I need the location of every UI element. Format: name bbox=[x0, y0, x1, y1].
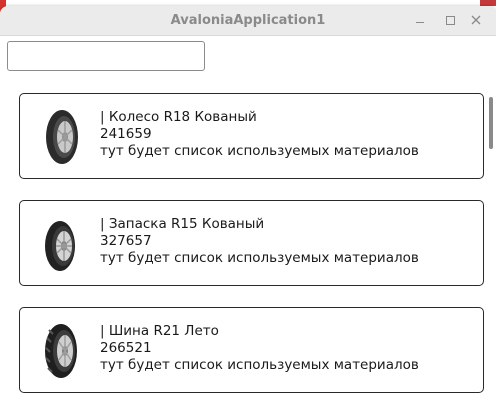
minimize-icon bbox=[416, 21, 424, 23]
product-code: 327657 bbox=[100, 233, 152, 249]
title-bar[interactable]: AvaloniaApplication1 bbox=[0, 6, 496, 36]
tire-icon bbox=[45, 221, 75, 271]
close-icon bbox=[471, 15, 481, 25]
close-button[interactable] bbox=[466, 10, 486, 30]
product-info: | Колесо R18 Кованый 241659 тут будет сп… bbox=[100, 109, 419, 160]
product-list[interactable]: | Колесо R18 Кованый 241659 тут будет сп… bbox=[0, 93, 496, 416]
maximize-button[interactable] bbox=[440, 10, 460, 30]
product-info: | Шина R21 Лето 266521 тут будет список … bbox=[100, 323, 419, 374]
product-materials: тут будет список используемых материалов bbox=[100, 143, 419, 159]
main-content: | Колесо R18 Кованый 241659 тут будет сп… bbox=[0, 36, 496, 416]
tire-icon bbox=[45, 324, 77, 378]
product-materials: тут будет список используемых материалов bbox=[100, 357, 419, 373]
tire-icon bbox=[46, 110, 78, 164]
search-input[interactable] bbox=[7, 41, 205, 71]
product-card[interactable]: | Шина R21 Лето 266521 тут будет список … bbox=[19, 307, 484, 393]
product-title: | Колесо R18 Кованый bbox=[100, 109, 257, 125]
product-code: 266521 bbox=[100, 340, 152, 356]
product-code: 241659 bbox=[100, 126, 152, 142]
scrollbar-thumb[interactable] bbox=[489, 97, 493, 149]
product-card[interactable]: | Запаска R15 Кованый 327657 тут будет с… bbox=[19, 200, 484, 286]
app-window: AvaloniaApplication1 | Колесо R18 Кованы… bbox=[0, 6, 496, 416]
product-title: | Запаска R15 Кованый bbox=[100, 216, 265, 232]
maximize-icon bbox=[445, 15, 455, 25]
product-materials: тут будет список используемых материалов bbox=[100, 250, 419, 266]
product-info: | Запаска R15 Кованый 327657 тут будет с… bbox=[100, 216, 419, 267]
minimize-button[interactable] bbox=[410, 10, 430, 30]
product-title: | Шина R21 Лето bbox=[100, 323, 219, 339]
product-card[interactable]: | Колесо R18 Кованый 241659 тут будет сп… bbox=[19, 93, 484, 179]
